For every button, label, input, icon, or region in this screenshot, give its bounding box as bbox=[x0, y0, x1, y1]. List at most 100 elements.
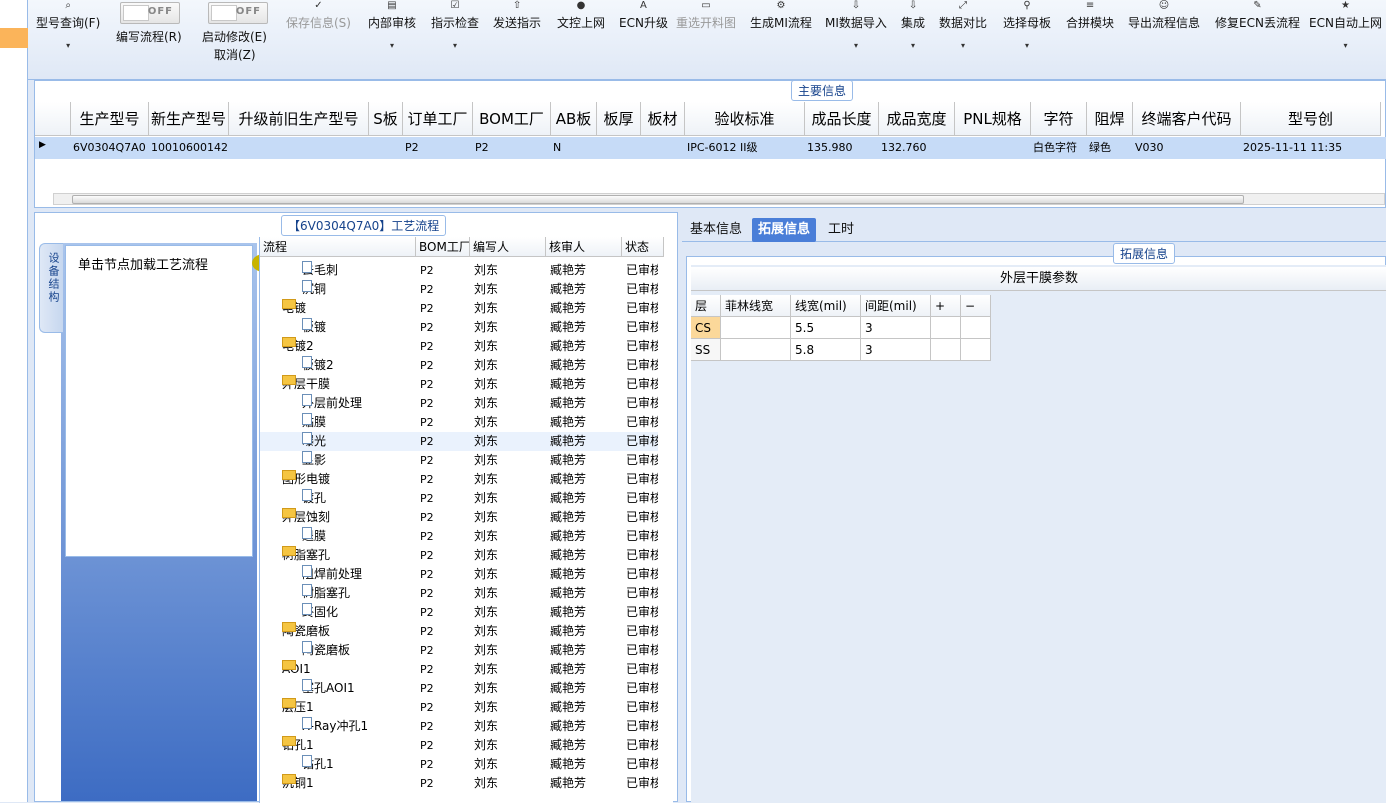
column-header[interactable]: 成品宽度 bbox=[879, 102, 955, 136]
merge-module-button[interactable]: ≡ 合拼模块 bbox=[1066, 1, 1114, 31]
table-cell[interactable] bbox=[369, 138, 403, 158]
reselect-cutting-button[interactable]: ▭ 重选开料图 bbox=[676, 1, 736, 31]
tree-row[interactable]: 贴膜 P2 刘东 臧艳芳 已审核 bbox=[260, 413, 658, 432]
integrate-button[interactable]: ⇩ 集成 ▾ bbox=[901, 1, 925, 51]
tab-basic-info[interactable]: 基本信息 bbox=[684, 218, 748, 242]
tree-column-header[interactable]: 流程 bbox=[260, 237, 416, 257]
table-cell[interactable] bbox=[955, 138, 1031, 158]
tab-work-hours[interactable]: 工时 bbox=[822, 218, 860, 242]
tree-row[interactable]: 沉铜 P2 刘东 臧艳芳 已审核 bbox=[260, 280, 658, 299]
tree-column-header[interactable]: BOM工厂 bbox=[416, 237, 470, 257]
tree-row[interactable]: ⊟陶瓷磨板 P2 刘东 臧艳芳 已审核 bbox=[260, 622, 658, 641]
column-header[interactable]: 新生产型号 bbox=[149, 102, 229, 136]
cancel-button[interactable]: 取消(Z) bbox=[214, 46, 256, 63]
column-header[interactable]: S板 bbox=[369, 102, 403, 136]
internal-review-button[interactable]: ▤ 内部审核 ▾ bbox=[368, 1, 416, 51]
param-cell[interactable]: 5.8 bbox=[791, 339, 861, 361]
column-header[interactable]: 订单工厂 bbox=[403, 102, 473, 136]
table-cell[interactable] bbox=[229, 138, 369, 158]
tree-row[interactable]: 显影 P2 刘东 臧艳芳 已审核 bbox=[260, 451, 658, 470]
select-mother-board-button[interactable]: ⚲ 选择母板 ▾ bbox=[1003, 1, 1051, 51]
tree-row[interactable]: 曝光 P2 刘东 臧艳芳 已审核 bbox=[260, 432, 658, 451]
table-cell[interactable]: N bbox=[551, 138, 597, 158]
tree-column-header[interactable]: 核审人 bbox=[546, 237, 622, 257]
tree-row[interactable]: ⊟电镀 P2 刘东 臧艳芳 已审核 bbox=[260, 299, 658, 318]
table-cell[interactable]: 135.980 bbox=[805, 138, 879, 158]
tree-row[interactable]: X-Ray冲孔1 P2 刘东 臧艳芳 已审核 bbox=[260, 717, 658, 736]
table-cell[interactable]: P2 bbox=[473, 138, 551, 158]
tree-row[interactable]: ⊟图形电镀 P2 刘东 臧艳芳 已审核 bbox=[260, 470, 658, 489]
save-info-button[interactable]: ✓ 保存信息(S) bbox=[286, 1, 351, 31]
table-cell[interactable] bbox=[597, 138, 641, 158]
column-header[interactable]: 板厚 bbox=[597, 102, 641, 136]
tree-row[interactable]: 镀孔 P2 刘东 臧艳芳 已审核 bbox=[260, 489, 658, 508]
send-instruction-button[interactable]: ⇧ 发送指示 bbox=[493, 1, 541, 31]
tree-row[interactable]: 塞孔AOI1 P2 刘东 臧艳芳 已审核 bbox=[260, 679, 658, 698]
tree-row[interactable]: 退膜 P2 刘东 臧艳芳 已审核 bbox=[260, 527, 658, 546]
left-edge-selected[interactable] bbox=[0, 28, 28, 48]
column-header[interactable]: PNL规格 bbox=[955, 102, 1031, 136]
column-header[interactable]: 升级前旧生产型号 bbox=[229, 102, 369, 136]
ecn-upgrade-button[interactable]: A ECN升级 bbox=[619, 1, 668, 31]
param-cell[interactable] bbox=[931, 339, 961, 361]
table-cell[interactable]: 白色字符 bbox=[1031, 138, 1087, 158]
column-header[interactable]: 型号创 bbox=[1241, 102, 1381, 136]
param-cell[interactable] bbox=[961, 317, 991, 339]
tree-row[interactable]: 钻孔1 P2 刘东 臧艳芳 已审核 bbox=[260, 755, 658, 774]
param-column-header[interactable]: 层 bbox=[691, 295, 721, 317]
param-column-header[interactable]: + bbox=[931, 295, 961, 317]
param-cell[interactable] bbox=[931, 317, 961, 339]
side-tab-structure[interactable]: 设备结构 bbox=[39, 243, 63, 333]
table-cell[interactable]: 132.760 bbox=[879, 138, 955, 158]
tree-row[interactable]: 阻焊前处理 P2 刘东 臧艳芳 已审核 bbox=[260, 565, 658, 584]
start-modify-toggle[interactable]: OFF bbox=[208, 2, 268, 24]
column-header[interactable]: BOM工厂 bbox=[473, 102, 551, 136]
tree-row[interactable]: 去毛刺 P2 刘东 臧艳芳 已审核 bbox=[260, 261, 658, 280]
scrollbar-thumb[interactable] bbox=[72, 195, 1244, 204]
param-cell[interactable]: CS bbox=[691, 317, 721, 339]
column-header[interactable]: 阻焊 bbox=[1087, 102, 1133, 136]
tree-column-header[interactable]: 编写人 bbox=[470, 237, 546, 257]
param-cell[interactable] bbox=[721, 339, 791, 361]
column-header[interactable]: 成品长度 bbox=[805, 102, 879, 136]
tab-extended-info[interactable]: 拓展信息 bbox=[752, 218, 817, 242]
tree-row[interactable]: ⊟树脂塞孔 P2 刘东 臧艳芳 已审核 bbox=[260, 546, 658, 565]
tree-row[interactable]: 板镀 P2 刘东 臧艳芳 已审核 bbox=[260, 318, 658, 337]
model-query-button[interactable]: ⌕ 型号查询(F) ▾ bbox=[36, 1, 100, 51]
table-cell[interactable]: 绿色 bbox=[1087, 138, 1133, 158]
tree-column-header[interactable]: 状态 bbox=[622, 237, 664, 257]
tree-row[interactable]: ⊟电镀2 P2 刘东 臧艳芳 已审核 bbox=[260, 337, 658, 356]
column-header[interactable]: 板材 bbox=[641, 102, 685, 136]
table-cell[interactable]: V030 bbox=[1133, 138, 1241, 158]
tree-row[interactable]: ⊟外层蚀刻 P2 刘东 臧艳芳 已审核 bbox=[260, 508, 658, 527]
param-column-header[interactable]: − bbox=[961, 295, 991, 317]
param-cell[interactable]: SS bbox=[691, 339, 721, 361]
tree-row[interactable]: ⊟AOI1 P2 刘东 臧艳芳 已审核 bbox=[260, 660, 658, 679]
param-column-header[interactable]: 菲林线宽 bbox=[721, 295, 791, 317]
tree-row[interactable]: ⊟外层干膜 P2 刘东 臧艳芳 已审核 bbox=[260, 375, 658, 394]
edit-flow-toggle[interactable]: OFF bbox=[120, 2, 180, 24]
repair-ecn-flow-button[interactable]: ✎ 修复ECN丢流程 bbox=[1215, 1, 1300, 31]
export-flow-info-button[interactable]: ☺ 导出流程信息 bbox=[1128, 1, 1200, 31]
horizontal-scrollbar[interactable] bbox=[53, 193, 1385, 205]
tree-row[interactable]: ⊟层压1 P2 刘东 臧艳芳 已审核 bbox=[260, 698, 658, 717]
mi-data-import-button[interactable]: ⇩ MI数据导入 ▾ bbox=[825, 1, 887, 51]
generate-mi-flow-button[interactable]: ⚙ 生成MI流程 bbox=[750, 1, 812, 31]
column-header[interactable]: 字符 bbox=[1031, 102, 1087, 136]
table-cell[interactable]: 10010600142166 bbox=[149, 138, 229, 158]
table-cell[interactable]: 2025-11-11 11:35 bbox=[1241, 138, 1381, 158]
tree-row[interactable]: 板镀2 P2 刘东 臧艳芳 已审核 bbox=[260, 356, 658, 375]
param-cell[interactable] bbox=[961, 339, 991, 361]
param-cell[interactable]: 3 bbox=[861, 317, 931, 339]
grid-corner[interactable] bbox=[35, 102, 71, 136]
param-column-header[interactable]: 线宽(mil) bbox=[791, 295, 861, 317]
tree-row[interactable]: ⊟钻孔1 P2 刘东 臧艳芳 已审核 bbox=[260, 736, 658, 755]
tree-row[interactable]: 外层前处理 P2 刘东 臧艳芳 已审核 bbox=[260, 394, 658, 413]
tree-row[interactable]: 陶瓷磨板 P2 刘东 臧艳芳 已审核 bbox=[260, 641, 658, 660]
column-header[interactable]: AB板 bbox=[551, 102, 597, 136]
tree-row[interactable]: 树脂塞孔 P2 刘东 臧艳芳 已审核 bbox=[260, 584, 658, 603]
tree-row[interactable]: 终固化 P2 刘东 臧艳芳 已审核 bbox=[260, 603, 658, 622]
column-header[interactable]: 终端客户代码 bbox=[1133, 102, 1241, 136]
param-cell[interactable]: 5.5 bbox=[791, 317, 861, 339]
ecn-auto-online-button[interactable]: ★ ECN自动上网 ▾ bbox=[1309, 1, 1382, 51]
